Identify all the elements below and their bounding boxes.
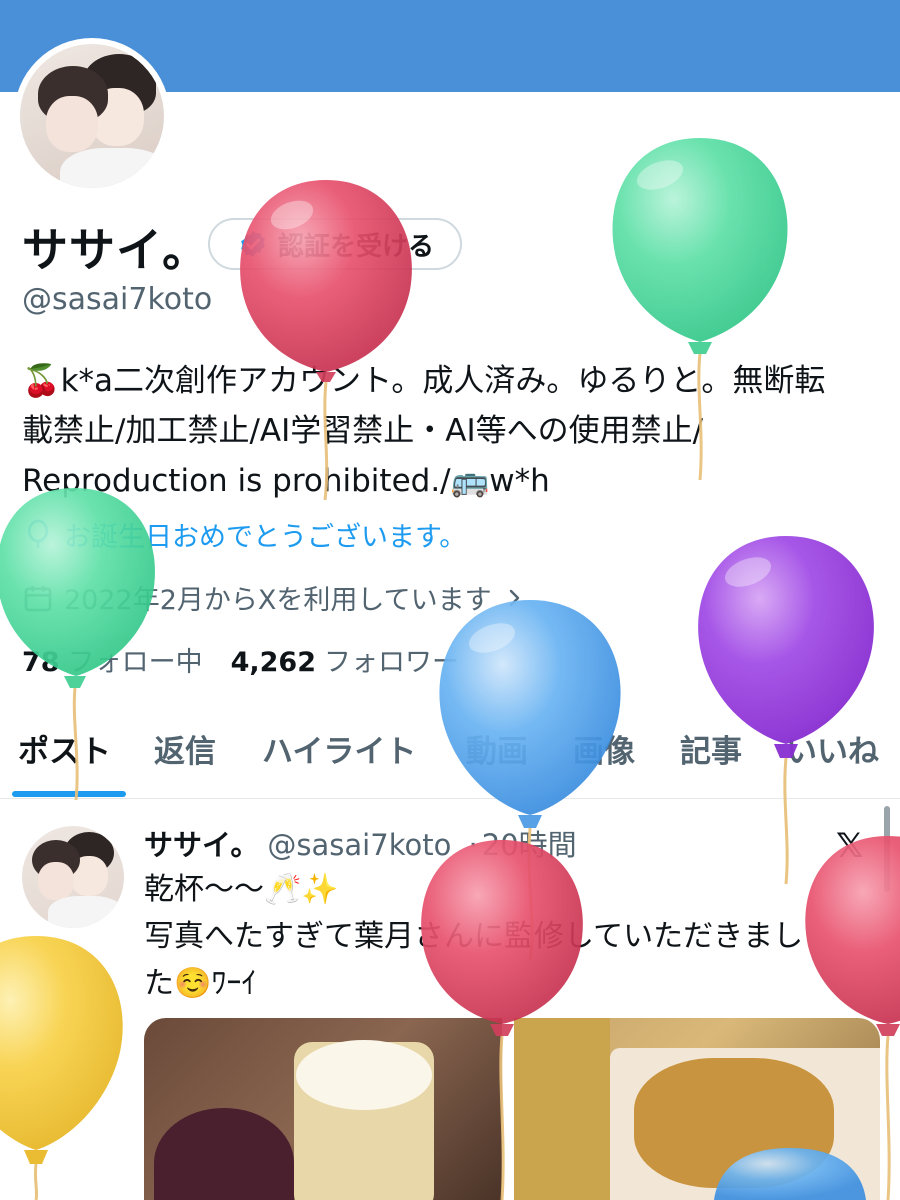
post-author-name[interactable]: ササイ。 [144, 828, 259, 862]
tab-articles[interactable]: 記事 [680, 726, 742, 771]
bio-line: 載禁止/加工禁止/AI学習禁止・AI等への使用禁止/ [22, 413, 704, 449]
verified-badge-icon [241, 230, 265, 258]
post-text-line: 写真へたすぎて葉月さんに監修していただきまし [144, 919, 804, 954]
tab-highlights[interactable]: ハイライト [262, 726, 416, 771]
bio-line: 🍒k*a二次創作アカウント。成人済み。ゆるりと。無断転 [22, 363, 826, 399]
profile-avatar[interactable] [14, 38, 170, 194]
followers-count: 4,262 [230, 647, 316, 678]
post-photo-tempura[interactable] [514, 1018, 880, 1200]
tab-replies[interactable]: 返信 [154, 726, 216, 771]
post-author-handle[interactable]: @sasai7koto [267, 828, 451, 862]
tab-videos[interactable]: 動画 [466, 726, 528, 771]
profile-handle: @sasai7koto [22, 282, 213, 317]
birthday-row: お誕生日おめでとうございます。 [22, 515, 466, 554]
calendar-icon [24, 585, 52, 611]
followers-label: フォロワー [323, 647, 459, 678]
post-text: 乾杯〜〜🥂✨ 写真へたすぎて葉月さんに監修していただきまし た☺️ﾜｰｲ [144, 866, 884, 1007]
following-label: フォロー中 [67, 647, 203, 678]
post-avatar[interactable] [22, 826, 124, 928]
bio-line: Reproduction is prohibited./🚌w*h [22, 463, 550, 499]
get-verified-label: 認証を受ける [278, 231, 435, 262]
post-photo-drinks[interactable] [144, 1018, 502, 1200]
post-separator: · [468, 828, 478, 862]
tab-likes[interactable]: いいね [786, 726, 879, 771]
balloon-icon [28, 519, 48, 548]
balloon-yellow [0, 936, 123, 1200]
post-header: ササイ。 @sasai7koto · 20時間 [144, 822, 577, 864]
profile-bio: 🍒k*a二次創作アカウント。成人済み。ゆるりと。無断転 載禁止/加工禁止/AI学… [22, 356, 892, 506]
following-link[interactable]: 78 フォロー中 [22, 640, 203, 679]
following-count: 78 [22, 647, 60, 678]
post-time[interactable]: 20時間 [482, 828, 577, 862]
joined-text: 2022年2月からXを利用しています [64, 585, 492, 616]
scrollbar[interactable] [884, 806, 890, 892]
x-logo-icon[interactable]: 𝕏 [836, 826, 863, 866]
follow-stats: 78 フォロー中 4,262 フォロワー [22, 640, 459, 679]
post-text-line: 乾杯〜〜🥂✨ [144, 872, 339, 907]
get-verified-button[interactable]: 認証を受ける [208, 218, 463, 270]
active-tab-indicator [12, 791, 126, 797]
tab-images[interactable]: 画像 [573, 726, 635, 771]
profile-name: ササイ。 [22, 223, 210, 277]
birthday-text: お誕生日おめでとうございます。 [64, 522, 467, 553]
tab-posts[interactable]: ポスト [18, 726, 111, 771]
joined-row[interactable]: 2022年2月からXを利用しています [22, 578, 526, 617]
post-text-line: た☺️ﾜｰｲ [144, 966, 257, 1001]
profile-tabs: ポスト 返信 ハイライト 動画 画像 記事 いいね [0, 712, 900, 799]
followers-link[interactable]: 4,262 フォロワー [231, 640, 459, 679]
chevron-right-icon [509, 589, 519, 606]
